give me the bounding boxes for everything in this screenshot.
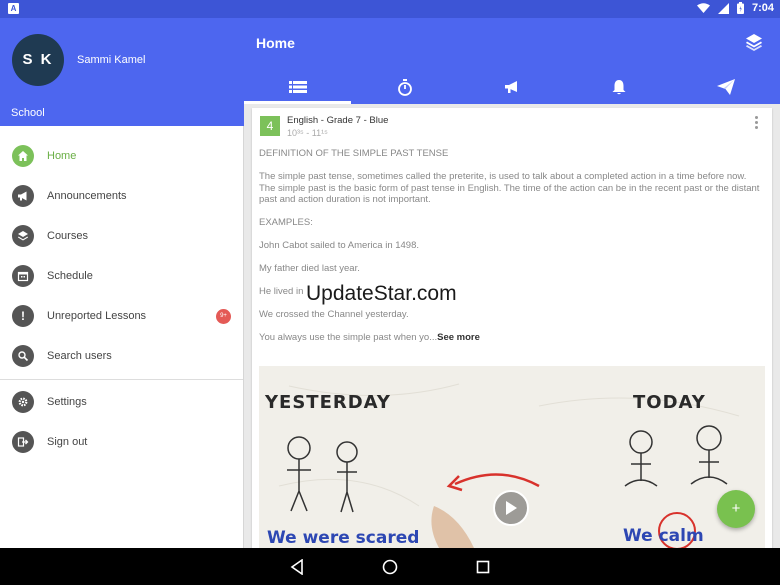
post-paragraph: We crossed the Channel yesterday. <box>259 309 409 320</box>
tab-announcements[interactable] <box>458 70 565 104</box>
tab-notifications[interactable] <box>566 70 673 104</box>
unreported-count-badge: 9+ <box>216 309 231 324</box>
drawer-menu: Home Announcements Courses Schedule ! Un… <box>0 136 243 376</box>
menu-label: Announcements <box>47 190 127 202</box>
status-time: 7:04 <box>751 2 774 14</box>
tab-feed[interactable] <box>244 70 352 104</box>
menu-item-announcements[interactable]: Announcements <box>0 176 243 216</box>
menu-label: Settings <box>47 396 87 408</box>
megaphone-icon <box>505 81 517 93</box>
gear-icon <box>12 391 34 413</box>
page-title: Home <box>256 35 295 51</box>
tab-messages[interactable] <box>673 70 780 104</box>
post-paragraph: The simple past tense, sometimes called … <box>259 171 760 205</box>
menu-label: Sign out <box>47 436 88 448</box>
menu-label: Unreported Lessons <box>47 310 147 322</box>
menu-item-courses[interactable]: Courses <box>0 216 243 256</box>
post-paragraph: DEFINITION OF THE SIMPLE PAST TENSE <box>259 148 449 159</box>
back-icon[interactable] <box>290 558 304 575</box>
status-icons: 7:04 <box>696 2 774 14</box>
word-today: TODAY <box>633 392 706 413</box>
avatar[interactable]: S K <box>12 34 64 86</box>
menu-label: Courses <box>47 230 88 242</box>
megaphone-icon <box>12 185 34 207</box>
menu-label: Search users <box>47 350 112 362</box>
navigation-drawer: S K Sammi Kamel School Home Announcement… <box>0 18 244 548</box>
list-icon <box>288 81 307 93</box>
exclamation-icon: ! <box>12 305 34 327</box>
caption-left: We were scared <box>267 528 420 548</box>
menu-item-sign-out[interactable]: Sign out <box>0 422 243 462</box>
menu-label: Schedule <box>47 270 93 282</box>
menu-item-unreported-lessons[interactable]: ! Unreported Lessons 9+ <box>0 296 243 336</box>
sign-out-icon <box>12 431 34 453</box>
lesson-post-card: 4 English - Grade 7 - Blue 10³⁵ - 11¹⁵ D… <box>252 108 772 548</box>
layers-button[interactable] <box>744 32 764 57</box>
drawer-header: S K Sammi Kamel School <box>0 18 244 126</box>
recents-icon[interactable] <box>476 560 490 574</box>
school-selector[interactable]: School <box>11 107 45 119</box>
post-paragraph: EXAMPLES: <box>259 217 313 228</box>
menu-item-schedule[interactable]: Schedule <box>0 256 243 296</box>
play-button[interactable] <box>493 490 529 526</box>
drawer-footer-menu: Settings Sign out <box>0 382 243 462</box>
course-name[interactable]: English - Grade 7 - Blue <box>287 115 388 126</box>
caption-right: We calm <box>623 526 704 546</box>
menu-item-settings[interactable]: Settings <box>0 382 243 422</box>
play-icon <box>506 501 517 515</box>
home-nav-icon[interactable] <box>382 559 398 575</box>
layers-icon <box>12 225 34 247</box>
lesson-time: 10³⁵ - 11¹⁵ <box>287 128 328 138</box>
app-bar: Home <box>244 18 780 104</box>
post-header: 4 English - Grade 7 - Blue 10³⁵ - 11¹⁵ <box>252 108 772 148</box>
notification-icon: A <box>8 3 19 14</box>
battery-icon <box>736 2 744 14</box>
menu-divider <box>0 379 243 380</box>
send-icon <box>717 79 736 95</box>
add-post-button[interactable]: + <box>717 490 755 528</box>
timer-icon <box>397 78 412 96</box>
watermark: UpdateStar.com <box>306 282 457 305</box>
status-bar: A 7:04 <box>0 0 780 18</box>
wifi-icon <box>696 2 710 13</box>
post-paragraph: My father died last year. <box>259 263 360 274</box>
grade-badge: 4 <box>260 116 280 136</box>
truncated-text: You always use the simple past when yo..… <box>259 332 438 343</box>
bell-icon <box>612 79 626 94</box>
tab-bar <box>244 70 780 104</box>
menu-item-home[interactable]: Home <box>0 136 243 176</box>
see-more-link[interactable]: See more <box>437 332 480 343</box>
post-body: DEFINITION OF THE SIMPLE PAST TENSE The … <box>252 148 772 344</box>
post-paragraph: John Cabot sailed to America in 1498. <box>259 240 420 251</box>
signal-icon <box>717 2 729 14</box>
search-icon <box>12 345 34 367</box>
word-yesterday: YESTERDAY <box>265 392 391 413</box>
tab-timer[interactable] <box>351 70 458 104</box>
layers-icon <box>746 34 762 51</box>
user-name: Sammi Kamel <box>77 54 146 66</box>
menu-item-search-users[interactable]: Search users <box>0 336 243 376</box>
android-screen: A 7:04 S K Sammi Kamel School Home Annou… <box>0 0 780 585</box>
post-paragraph-truncated: You always use the simple past when yo..… <box>259 332 765 344</box>
home-icon <box>12 145 34 167</box>
menu-label: Home <box>47 150 77 162</box>
calendar-icon <box>12 265 34 287</box>
video-thumbnail[interactable]: YESTERDAY TODAY We were scared We calm <box>259 366 765 548</box>
system-nav-bar <box>0 548 780 585</box>
more-options-icon[interactable] <box>755 116 759 129</box>
